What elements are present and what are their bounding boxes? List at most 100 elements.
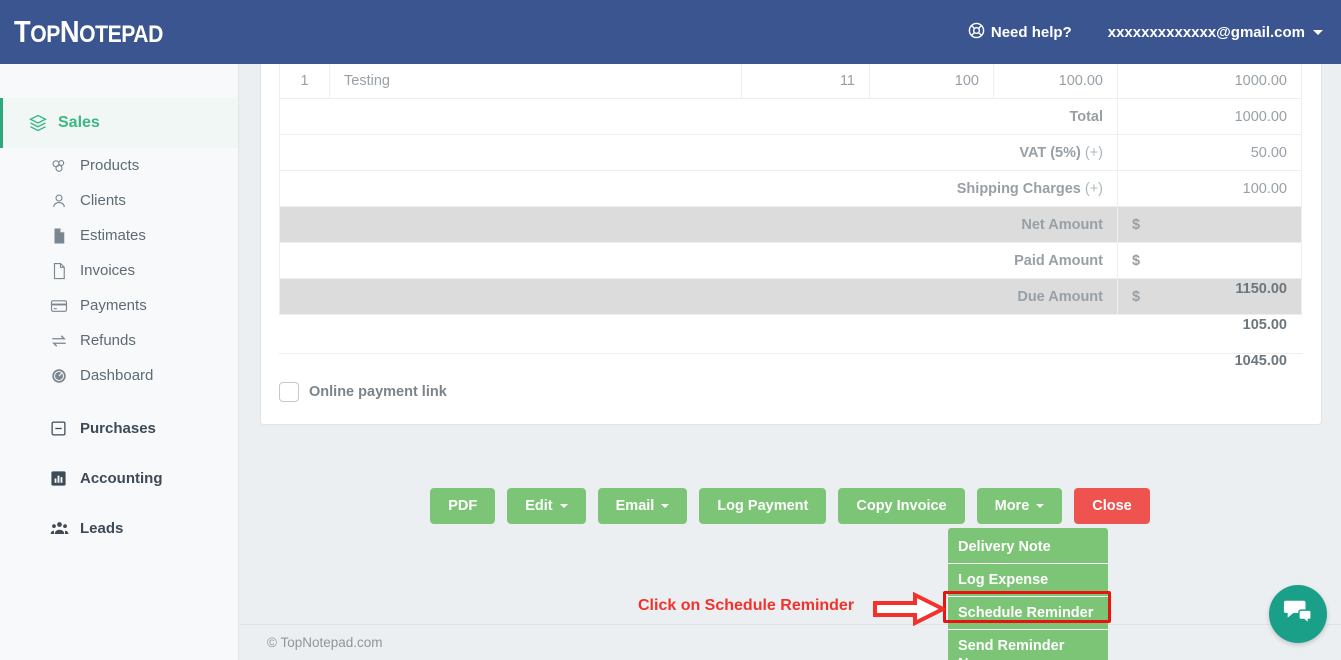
line-item-sn: 1 — [279, 64, 330, 99]
table-row-net-amount: Net Amount $ — [279, 206, 1302, 243]
vat-value: 50.00 — [1117, 134, 1302, 171]
gauge-icon — [50, 367, 80, 385]
main-content: 1 Testing 11 100 100.00 1000.00 Total 10… — [239, 64, 1341, 624]
vat-label-text: VAT (5%) — [1019, 144, 1081, 161]
sidebar: Sales Products Clients Estimates Invoice… — [0, 64, 239, 660]
right-arrow-icon — [873, 591, 948, 631]
products-icon — [50, 157, 80, 175]
vat-label: VAT (5%) (+) — [279, 134, 1118, 171]
navbar-right: Need help? xxxxxxxxxxxxx@gmail.com — [968, 22, 1323, 43]
line-item-qty: 11 — [741, 64, 870, 99]
line-item-description: Testing — [329, 64, 742, 99]
users-icon — [50, 519, 80, 538]
total-label: Total — [279, 98, 1118, 135]
sidebar-item-products[interactable]: Products — [0, 148, 238, 183]
edit-button[interactable]: Edit — [507, 488, 586, 524]
chevron-down-icon — [559, 504, 568, 508]
table-row-vat: VAT (5%) (+) 50.00 — [279, 134, 1302, 171]
sidebar-item-label: Invoices — [80, 262, 136, 279]
need-help-button[interactable]: Need help? — [968, 22, 1072, 43]
sidebar-item-payments[interactable]: Payments — [0, 288, 238, 323]
log-payment-button-label: Log Payment — [717, 498, 809, 514]
sidebar-item-accounting[interactable]: Accounting — [0, 453, 238, 503]
copy-invoice-button-label: Copy Invoice — [856, 498, 947, 514]
menu-item-send-reminder-now[interactable]: Send Reminder Now — [948, 629, 1108, 660]
app-page: TOPNOTEPAD Need help? xxxxxxxxxxxxx@gmai… — [0, 0, 1341, 660]
brand-logo[interactable]: TOPNOTEPAD — [14, 14, 163, 50]
chat-widget-button[interactable] — [1269, 585, 1327, 643]
invoice-card: 1 Testing 11 100 100.00 1000.00 Total 10… — [260, 64, 1322, 425]
sidebar-divider-1 — [0, 393, 238, 403]
paid-amount-label: Paid Amount — [279, 242, 1118, 279]
sidebar-item-refunds[interactable]: Refunds — [0, 323, 238, 358]
shipping-value: 100.00 — [1117, 170, 1302, 207]
shipping-label-text: Shipping Charges — [956, 180, 1081, 197]
life-ring-icon — [968, 22, 991, 43]
online-payment-checkbox[interactable] — [279, 382, 299, 402]
total-value: 1000.00 — [1117, 98, 1302, 135]
invoice-table: 1 Testing 11 100 100.00 1000.00 Total 10… — [279, 64, 1302, 315]
sidebar-item-invoices[interactable]: Invoices — [0, 253, 238, 288]
copy-invoice-button[interactable]: Copy Invoice — [838, 488, 965, 524]
user-account-menu[interactable]: xxxxxxxxxxxxx@gmail.com — [1108, 24, 1323, 41]
sidebar-item-estimates[interactable]: Estimates — [0, 218, 238, 253]
footer: © TopNotepad.com — [239, 624, 1341, 660]
net-amount-label: Net Amount — [279, 206, 1118, 243]
table-row-due-amount: Due Amount $ — [279, 278, 1302, 315]
more-button[interactable]: More — [976, 488, 1063, 524]
line-item-rate: 100 — [869, 64, 994, 99]
net-amount-currency: $ — [1117, 206, 1302, 243]
user-icon — [50, 192, 80, 210]
online-payment-link-row: Online payment link — [261, 354, 1321, 424]
more-dropdown-menu: Delivery Note Log Expense Schedule Remin… — [948, 528, 1108, 660]
sidebar-item-label: Refunds — [80, 332, 136, 349]
sidebar-item-label: Products — [80, 157, 140, 174]
minus-square-icon — [50, 420, 80, 437]
action-button-bar: PDF Edit Email Log Payment Copy Invoice … — [239, 488, 1341, 524]
bar-chart-icon — [50, 470, 80, 487]
top-navbar: TOPNOTEPAD Need help? xxxxxxxxxxxxx@gmai… — [0, 0, 1341, 64]
email-button[interactable]: Email — [597, 488, 688, 524]
paid-amount-currency: $ — [1117, 242, 1302, 279]
file-filled-icon — [50, 227, 80, 245]
sidebar-item-label: Sales — [58, 114, 100, 131]
sidebar-item-clients[interactable]: Clients — [0, 183, 238, 218]
menu-item-delivery-note[interactable]: Delivery Note — [948, 531, 1108, 563]
table-row-paid-amount: Paid Amount $ — [279, 242, 1302, 279]
need-help-label: Need help? — [990, 23, 1072, 41]
chevron-down-icon — [661, 504, 670, 508]
credit-card-icon — [50, 297, 80, 315]
vat-plus-sign: (+) — [1084, 144, 1103, 161]
footer-copyright: © TopNotepad.com — [267, 635, 383, 650]
online-payment-label: Online payment link — [309, 384, 447, 400]
brand-letters-op: OP — [30, 21, 60, 48]
exchange-icon — [50, 332, 80, 350]
sidebar-item-sales[interactable]: Sales — [0, 98, 238, 148]
sidebar-item-label: Payments — [80, 297, 147, 314]
file-outline-icon — [50, 262, 80, 280]
edit-button-label: Edit — [525, 498, 553, 514]
brand-letter-n: N — [59, 14, 80, 49]
close-button[interactable]: Close — [1074, 488, 1150, 524]
sidebar-item-purchases[interactable]: Purchases — [0, 403, 238, 453]
close-button-label: Close — [1092, 498, 1132, 514]
pdf-button[interactable]: PDF — [430, 488, 496, 524]
email-button-label: Email — [615, 498, 655, 514]
sidebar-item-label: Accounting — [80, 469, 163, 487]
line-item-total: 1000.00 — [1117, 64, 1302, 99]
sidebar-item-label: Clients — [80, 192, 126, 209]
due-amount-label: Due Amount — [279, 278, 1118, 315]
sidebar-top-spacer — [0, 64, 238, 98]
shipping-label: Shipping Charges (+) — [279, 170, 1118, 207]
pdf-button-label: PDF — [448, 498, 478, 514]
more-button-label: More — [994, 498, 1030, 514]
chevron-down-icon — [1313, 29, 1323, 35]
table-row-shipping: Shipping Charges (+) 100.00 — [279, 170, 1302, 207]
log-payment-button[interactable]: Log Payment — [699, 488, 827, 524]
sidebar-item-leads[interactable]: Leads — [0, 503, 238, 553]
sidebar-item-label: Dashboard — [80, 367, 154, 384]
brand-letters-otepad: OTEPAD — [79, 21, 163, 48]
sidebar-item-dashboard[interactable]: Dashboard — [0, 358, 238, 393]
menu-item-schedule-reminder[interactable]: Schedule Reminder — [948, 596, 1108, 629]
menu-item-log-expense[interactable]: Log Expense — [948, 563, 1108, 596]
